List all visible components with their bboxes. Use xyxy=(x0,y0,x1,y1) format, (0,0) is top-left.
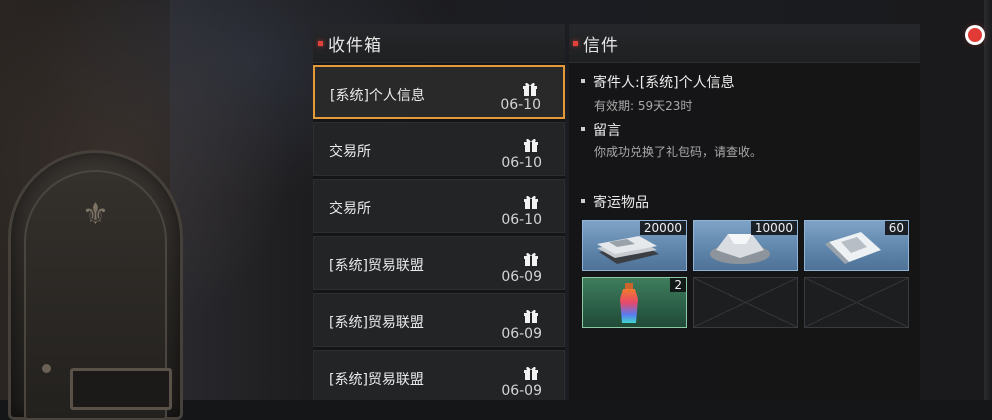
gift-icon xyxy=(524,309,538,323)
attachment-slot[interactable]: 60 xyxy=(804,220,909,271)
inbox-panel: 收件箱 [系统]个人信息 06-10 交易所 06-10 交易所 06-10 [… xyxy=(313,24,565,400)
message-text: 你成功兑换了礼包码，请查收。 xyxy=(594,145,763,159)
mail-sender: [系统]贸易联盟 xyxy=(329,372,424,388)
attachment-quantity: 60 xyxy=(884,221,908,235)
mailbox-bolt xyxy=(42,364,51,373)
mail-date: 06-10 xyxy=(501,155,542,171)
mail-item-selected[interactable]: [系统]个人信息 06-10 xyxy=(313,65,565,119)
bullet-icon xyxy=(581,79,585,83)
mail-date: 06-09 xyxy=(501,269,542,285)
mail-sender: [系统]贸易联盟 xyxy=(329,258,424,274)
gift-icon xyxy=(524,252,538,266)
mail-item[interactable]: 交易所 06-10 xyxy=(313,179,565,233)
gift-icon xyxy=(524,195,538,209)
potion-bottle-icon xyxy=(620,283,638,323)
mail-list[interactable]: [系统]个人信息 06-10 交易所 06-10 交易所 06-10 [系统]贸… xyxy=(313,63,565,400)
validity-text: 有效期: 59天23时 xyxy=(594,99,693,113)
mail-item[interactable]: [系统]贸易联盟 06-09 xyxy=(313,236,565,290)
attachment-slot[interactable]: 2 xyxy=(582,277,687,328)
detail-header: 信件 xyxy=(569,24,920,63)
attachment-quantity: 10000 xyxy=(750,221,797,235)
attachments-heading: 寄运物品 xyxy=(593,195,649,211)
mail-item[interactable]: [系统]贸易联盟 06-09 xyxy=(313,350,565,400)
side-frame xyxy=(984,0,992,400)
sender-text: 寄件人:[系统]个人信息 xyxy=(593,75,735,91)
mail-item[interactable]: 交易所 06-10 xyxy=(313,122,565,176)
gift-icon xyxy=(524,138,538,152)
mailbox-prop: ⚜ xyxy=(8,150,183,420)
attachments-heading-line: 寄运物品 xyxy=(581,192,649,212)
inbox-title: 收件箱 xyxy=(328,35,382,56)
detail-title: 信件 xyxy=(583,35,619,56)
message-heading: 留言 xyxy=(593,123,621,139)
mailbox-door: ⚜ xyxy=(24,170,172,420)
attachment-slot[interactable]: 10000 xyxy=(693,220,798,271)
mail-sender: 交易所 xyxy=(329,201,371,217)
gift-icon xyxy=(523,82,537,96)
fleur-de-lis-ornament-icon: ⚜ xyxy=(82,197,109,232)
mail-detail-panel: 信件 寄件人:[系统]个人信息 有效期: 59天23时 留言 你成功兑换了礼包码… xyxy=(569,24,920,400)
bullet-icon xyxy=(581,199,585,203)
mail-date: 06-09 xyxy=(501,383,542,399)
mailbox-slot xyxy=(70,368,172,410)
empty-attachment-slot xyxy=(693,277,798,328)
sender-line: 寄件人:[系统]个人信息 xyxy=(581,72,735,92)
empty-attachment-slot xyxy=(804,277,909,328)
gift-icon xyxy=(524,366,538,380)
background-wall xyxy=(170,0,310,400)
sealed-packet-icon xyxy=(825,232,881,264)
mail-sender: 交易所 xyxy=(329,144,371,160)
attachment-quantity: 2 xyxy=(670,278,686,292)
message-heading-line: 留言 xyxy=(581,120,621,140)
mail-date: 06-09 xyxy=(501,326,542,342)
header-marker-icon xyxy=(573,40,578,46)
inbox-header: 收件箱 xyxy=(313,24,565,63)
header-marker-icon xyxy=(318,40,323,46)
mail-sender: [系统]贸易联盟 xyxy=(329,315,424,331)
mail-sender: [系统]个人信息 xyxy=(330,88,425,104)
mail-date: 06-10 xyxy=(501,212,542,228)
bullet-icon xyxy=(581,127,585,131)
attachment-slot[interactable]: 20000 xyxy=(582,220,687,271)
attachment-quantity: 20000 xyxy=(639,221,686,235)
mail-date: 06-10 xyxy=(500,97,541,113)
notification-dot-icon[interactable] xyxy=(968,28,982,42)
mail-item[interactable]: [系统]贸易联盟 06-09 xyxy=(313,293,565,347)
